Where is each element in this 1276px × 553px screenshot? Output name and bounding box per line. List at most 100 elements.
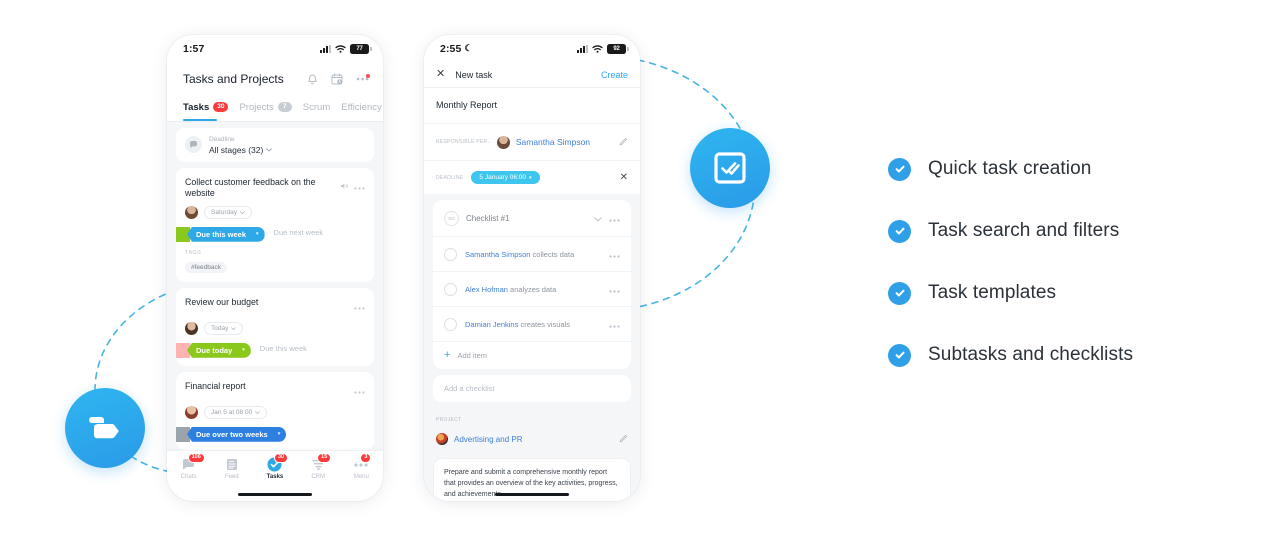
checklist-title: Checklist #1: [466, 213, 510, 223]
tabs-bar: Tasks 30 Projects 7 Scrum Efficiency 78%: [183, 97, 382, 117]
chevron-down-icon: ▾: [277, 431, 281, 438]
due-pill[interactable]: Due today ▾: [187, 342, 251, 358]
checklist-item[interactable]: Samantha Simpson collects data: [433, 237, 631, 272]
checklist-action: creates visuals: [520, 319, 571, 329]
feature-item: Task templates: [888, 262, 1218, 324]
chevron-down-icon[interactable]: [594, 209, 602, 227]
feature-list: Quick task creation Task search and filt…: [888, 138, 1218, 386]
checklist-section: 0/3 Checklist #1 Samantha Simpson collec…: [433, 200, 631, 369]
chevron-down-icon: [255, 410, 261, 414]
more-options-icon[interactable]: [609, 209, 620, 227]
filter-value: All stages (32): [209, 144, 264, 155]
checklist-header[interactable]: 0/3 Checklist #1: [433, 200, 631, 237]
phone-tasks-list: 1:57 77 Tasks and Projects Tasks 30 Proj…: [167, 35, 383, 501]
avatar: [185, 321, 198, 335]
tab-tasks-label: Tasks: [183, 101, 210, 113]
checklist-item[interactable]: Alex Hofman analyzes data: [433, 272, 631, 307]
checklist-progress-icon: 0/3: [444, 210, 459, 226]
due-bar-row: Due this week ▾ Due next week: [176, 226, 374, 242]
checklist-item[interactable]: Damian Jenkins creates visuals: [433, 307, 631, 342]
tasks-folder-badge: [65, 388, 145, 468]
tab-tasks[interactable]: Tasks 30: [183, 101, 229, 113]
tabbar-label: CRM: [311, 474, 325, 480]
tab-efficiency-label: Efficiency: [341, 101, 382, 113]
feature-item: Subtasks and checklists: [888, 324, 1218, 386]
pencil-icon[interactable]: [619, 430, 628, 448]
due-pill[interactable]: Due over two weeks ▾: [187, 426, 287, 442]
status-time: 2:55: [440, 42, 462, 55]
tab-projects[interactable]: Projects 7: [239, 101, 292, 113]
project-icon: [436, 433, 448, 445]
task-date-chip[interactable]: Jan 5 at 08:00: [204, 405, 268, 419]
chevron-down-icon: [266, 148, 273, 152]
chevron-down-icon: ▾: [242, 347, 245, 354]
tabbar-item-menu[interactable]: Menu 3: [343, 453, 379, 480]
checklist-progress: 0/3: [448, 215, 455, 221]
more-options-icon[interactable]: [354, 177, 365, 195]
due-pill[interactable]: Due this week ▾: [187, 226, 265, 242]
more-options-icon[interactable]: [354, 381, 365, 399]
tab-projects-label: Projects: [239, 101, 274, 113]
tabbar-label: Feed: [224, 474, 239, 480]
more-options-icon[interactable]: [609, 315, 620, 333]
status-time: 1:57: [183, 42, 205, 55]
checklist-assignee: Alex Hofman: [465, 284, 508, 294]
add-checklist-input[interactable]: Add a checklist: [433, 375, 631, 402]
due-next-label: Due next week: [273, 228, 324, 238]
task-date-chip[interactable]: Today: [204, 321, 244, 335]
due-pill-label: Due over two weeks: [196, 429, 268, 439]
due-next-slot[interactable]: Due this week: [260, 344, 374, 356]
checkbox-icon[interactable]: [444, 282, 457, 296]
tabbar-item-crm[interactable]: CRM 15: [300, 453, 336, 480]
tabbar-item-feed[interactable]: Feed: [214, 457, 250, 480]
pencil-icon[interactable]: [619, 133, 628, 151]
tab-scrum[interactable]: Scrum: [303, 102, 330, 113]
more-options-icon[interactable]: [356, 74, 370, 81]
filter-label: Deadline: [209, 136, 235, 143]
checkbox-icon[interactable]: [444, 317, 457, 331]
check-circle-icon: [888, 343, 911, 367]
task-name-input[interactable]: Monthly Report: [424, 88, 640, 124]
tabbar-item-chats[interactable]: Chats 106: [171, 453, 207, 480]
tabbar-item-tasks[interactable]: Tasks 30: [257, 453, 293, 480]
more-options-icon[interactable]: [609, 245, 620, 263]
responsible-row[interactable]: RESPONSIBLE PER.. Samantha Simpson: [424, 124, 640, 161]
close-icon[interactable]: ✕: [620, 172, 628, 183]
tabbar-badge: 30: [273, 453, 289, 463]
checkbox-icon[interactable]: [444, 247, 457, 261]
wifi-icon: [592, 44, 603, 53]
project-name: Advertising and PR: [454, 434, 523, 444]
tag-chip[interactable]: #feedback: [185, 261, 227, 273]
battery-level: 77: [356, 45, 363, 52]
home-indicator: [238, 493, 312, 496]
more-options-icon[interactable]: [354, 297, 365, 315]
plus-icon: +: [444, 349, 451, 361]
checklist-action: analyzes data: [510, 284, 557, 294]
tab-projects-badge: 7: [277, 102, 292, 112]
deadline-pill[interactable]: 5 January 06:00 ▾: [471, 171, 540, 184]
battery-level: 92: [613, 45, 620, 52]
task-date-chip[interactable]: Saturday: [204, 205, 253, 219]
task-title: Review our budget: [185, 296, 259, 307]
phone-new-task: 2:55 ☾ 92 ✕ New task Create Monthly Repo…: [424, 35, 640, 501]
task-card[interactable]: Financial report Jan 5 at 08:00 Due over…: [176, 371, 374, 450]
task-card[interactable]: Review our budget Today Due today ▾ Due …: [176, 287, 374, 366]
avatar: [496, 135, 510, 149]
task-card[interactable]: Collect customer feedback on the website…: [176, 167, 374, 282]
checklist-assignee: Samantha Simpson: [465, 249, 531, 259]
deadline-filter-card[interactable]: Deadline All stages (32): [176, 128, 374, 162]
close-icon[interactable]: ✕: [436, 69, 445, 80]
feature-label: Task templates: [928, 282, 1057, 303]
notifications-icon[interactable]: [307, 73, 318, 85]
tab-efficiency[interactable]: Efficiency 78%: [341, 102, 383, 113]
task-title: Collect customer feedback on the website: [185, 176, 316, 198]
calendar-clock-icon[interactable]: [331, 73, 343, 85]
checklist-assignee: Damian Jenkins: [465, 319, 519, 329]
more-options-icon[interactable]: [609, 280, 620, 298]
add-item-button[interactable]: + Add item: [433, 342, 631, 369]
due-next-slot[interactable]: Due next week: [274, 228, 374, 240]
project-row[interactable]: Advertising and PR: [424, 426, 640, 456]
mute-icon[interactable]: [340, 177, 348, 195]
create-button[interactable]: Create: [601, 70, 628, 80]
notification-dot: [366, 74, 370, 78]
